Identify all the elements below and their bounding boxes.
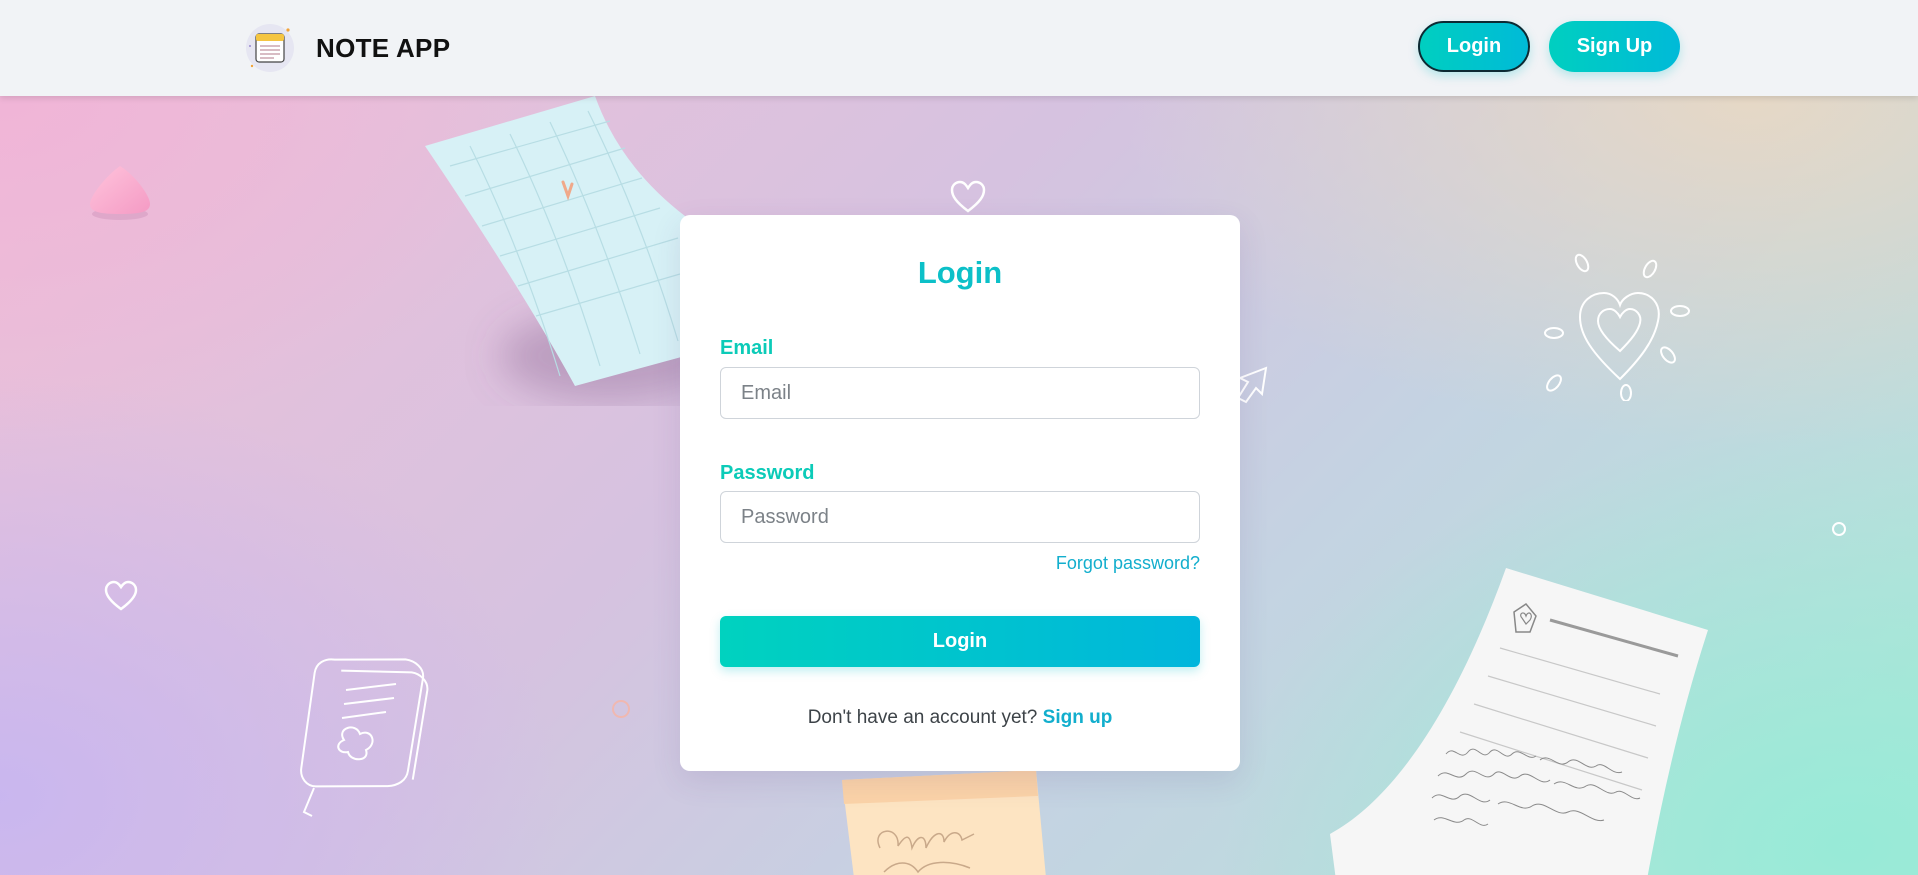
login-page: NOTE APP Login Sign Up Login Email Passw…: [0, 0, 1918, 875]
email-label: Email: [720, 337, 774, 359]
no-account-text: Don't have an account yet?: [807, 707, 1043, 728]
signup-prompt: Don't have an account yet? Sign up: [680, 707, 1240, 729]
small-circle-icon: [1832, 522, 1846, 536]
password-input[interactable]: [720, 491, 1200, 543]
password-label: Password: [720, 462, 815, 484]
notepad-icon: [246, 24, 294, 72]
brand[interactable]: NOTE APP: [246, 24, 450, 72]
ring-icon: [612, 700, 630, 718]
sticky-notepad-icon: [300, 658, 429, 817]
heart-sparkle-icon: [1544, 253, 1690, 401]
handwritten-letter-icon: [1330, 568, 1708, 875]
pink-gem-icon: [90, 166, 150, 220]
signup-link[interactable]: Sign up: [1043, 707, 1113, 728]
login-submit-button[interactable]: Login: [720, 616, 1200, 667]
login-card: Login Email Password Forgot password? Lo…: [680, 215, 1240, 771]
email-input[interactable]: [720, 367, 1200, 419]
top-navbar: NOTE APP Login Sign Up: [0, 0, 1918, 96]
small-heart-icon: [104, 580, 138, 611]
forgot-password-link[interactable]: Forgot password?: [1056, 553, 1200, 574]
brand-name: NOTE APP: [316, 32, 451, 63]
sticky-note-icon: [842, 770, 1046, 875]
header-signup-button[interactable]: Sign Up: [1549, 21, 1680, 72]
grid-paper-note-icon: [425, 96, 710, 401]
header-login-button[interactable]: Login: [1418, 21, 1530, 72]
login-title: Login: [917, 255, 1003, 290]
heart-outline-icon: [950, 180, 986, 213]
